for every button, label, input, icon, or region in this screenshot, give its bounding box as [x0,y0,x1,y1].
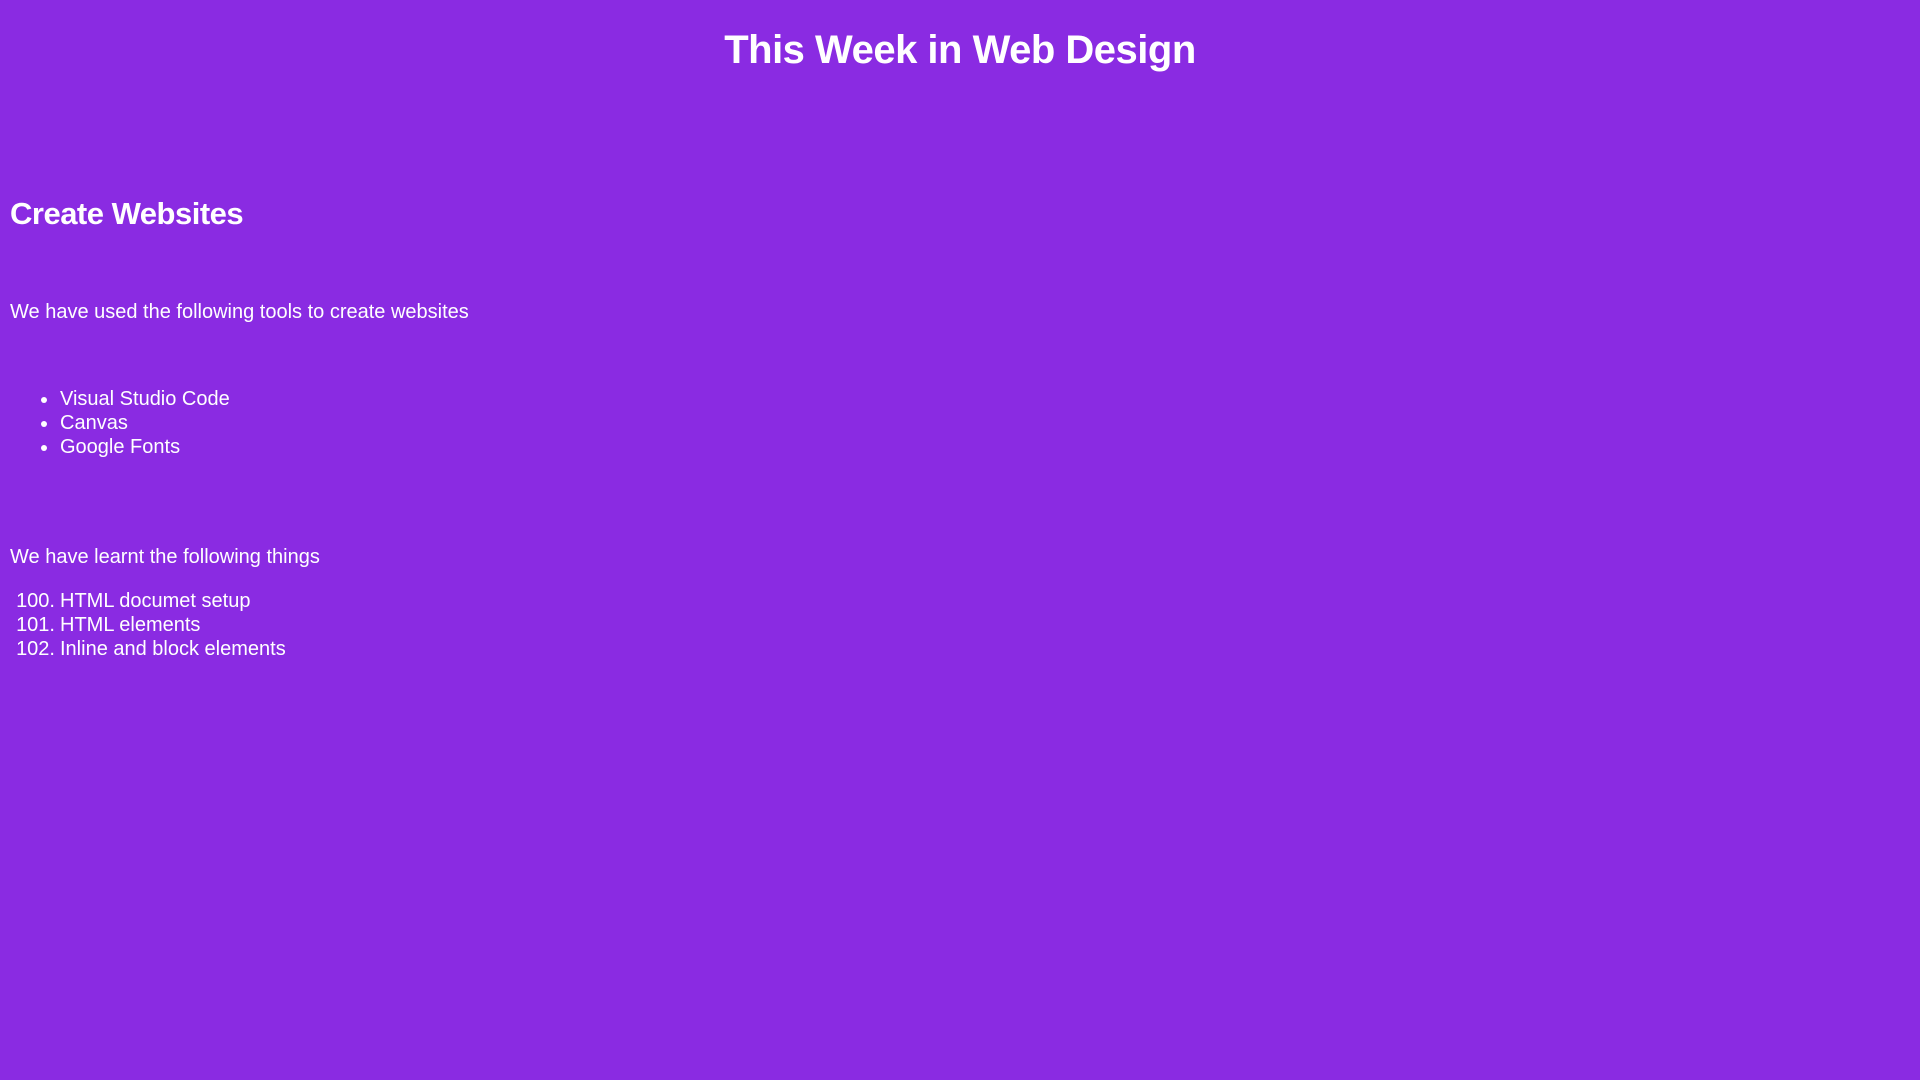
item-number: 102. [16,638,55,660]
list-item-learnt: 100. HTML documet setup [0,589,286,613]
learnt-label: Inline and block elements [60,638,286,660]
learnt-label: HTML documet setup [60,590,251,612]
list-item-tool: Visual Studio Code [0,387,230,411]
section-heading: Create Websites [10,196,244,231]
bullet-icon [41,397,47,403]
learnt-label: HTML elements [60,614,201,636]
learnt-intro-text: We have learnt the following things [10,546,320,568]
item-number: 100. [16,590,55,612]
item-number: 101. [16,614,55,636]
learnt-list: 100. HTML documet setup 101. HTML elemen… [0,589,286,661]
tool-label: Canvas [60,412,128,434]
bullet-icon [41,421,47,427]
tools-intro-text: We have used the following tools to crea… [10,301,469,323]
list-item-learnt: 101. HTML elements [0,613,286,637]
tool-label: Visual Studio Code [60,388,230,410]
page: This Week in Web Design Create Websites … [0,0,1920,1080]
list-item-tool: Google Fonts [0,435,230,459]
list-item-learnt: 102. Inline and block elements [0,637,286,661]
list-item-tool: Canvas [0,411,230,435]
bullet-icon [41,445,47,451]
tools-list: Visual Studio Code Canvas Google Fonts [0,387,230,459]
tool-label: Google Fonts [60,436,181,458]
page-title: This Week in Web Design [724,28,1196,72]
